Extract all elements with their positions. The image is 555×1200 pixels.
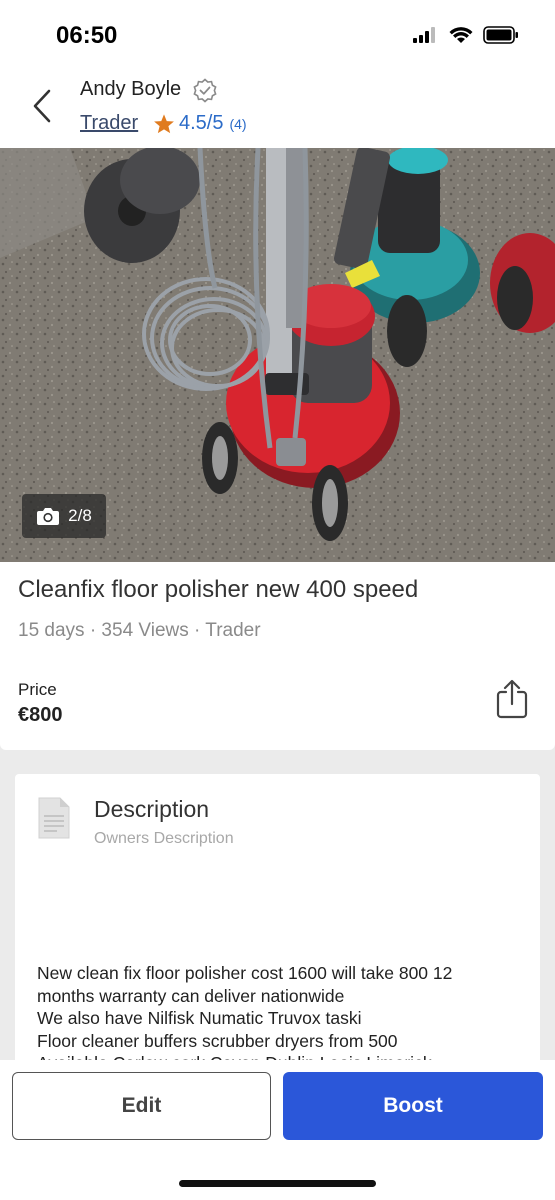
document-icon (38, 797, 70, 839)
seller-rating[interactable]: 4.5/5 (4) (153, 112, 247, 135)
rating-count: (4) (229, 115, 247, 132)
seller-type-link[interactable]: Trader (80, 112, 138, 135)
price-label: Price (18, 680, 57, 699)
description-card: Description Owners Description New clean… (15, 774, 540, 1064)
edit-button[interactable]: Edit (12, 1072, 271, 1140)
verified-badge-icon (193, 78, 217, 103)
description-subheading: Owners Description (94, 830, 234, 847)
home-indicator[interactable] (179, 1180, 376, 1187)
status-time: 06:50 (56, 22, 118, 49)
back-chevron-icon (33, 89, 51, 123)
listing-meta: 15 days · 354 Views · Trader (18, 620, 261, 641)
battery-icon (483, 26, 518, 44)
share-icon (496, 679, 528, 719)
seller-name[interactable]: Andy Boyle (80, 78, 181, 101)
wifi-icon (449, 27, 473, 43)
listing-title: Cleanfix floor polisher new 400 speed (18, 576, 419, 603)
price-value: €800 (18, 704, 63, 726)
rating-value: 4.5/5 (179, 112, 224, 134)
photo-counter: 2/8 (22, 494, 106, 538)
description-line: months warranty can deliver nationwide (37, 985, 345, 1006)
star-icon (154, 113, 174, 133)
listing-info-card: Cleanfix floor polisher new 400 speed 15… (0, 562, 555, 750)
photo-counter-text: 2/8 (68, 506, 92, 525)
share-button[interactable] (494, 678, 530, 720)
signal-icon (413, 27, 435, 43)
description-line: New clean fix floor polisher cost 1600 w… (37, 963, 453, 983)
seller-header: Andy Boyle Trader 4.5/5 (4) (0, 66, 555, 148)
description-heading: Description (94, 796, 210, 822)
status-bar: 06:50 (0, 0, 555, 66)
camera-icon (37, 508, 60, 525)
boost-button[interactable]: Boost (283, 1072, 543, 1140)
description-line: Floor cleaner buffers scrubber dryers fr… (37, 1030, 398, 1051)
bottom-action-bar: Edit Boost (0, 1060, 555, 1200)
description-body: New clean fix floor polisher cost 1600 w… (37, 962, 527, 1064)
back-button[interactable] (24, 84, 60, 128)
status-icons (413, 26, 519, 44)
description-line: We also have Nilfisk Numatic Truvox task… (37, 1008, 362, 1028)
